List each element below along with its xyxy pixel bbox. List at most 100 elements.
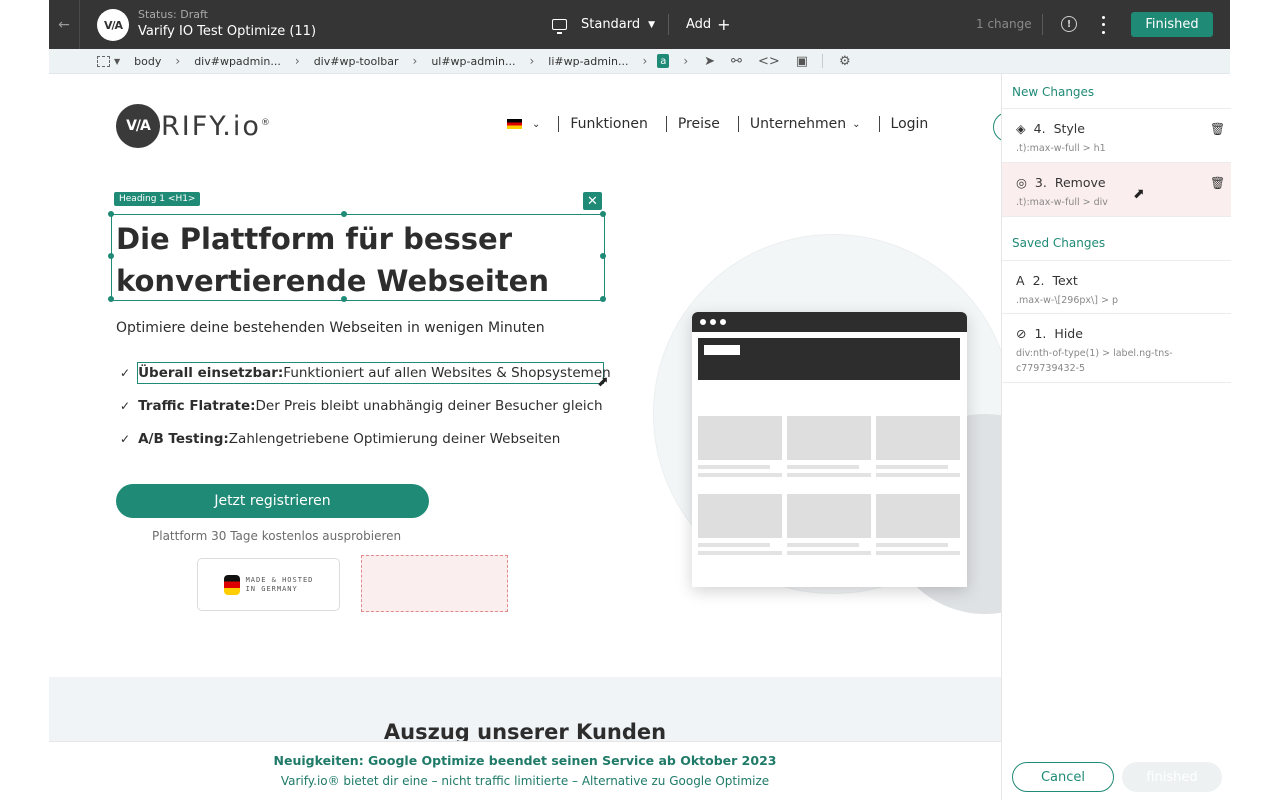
placeholder-card bbox=[787, 416, 871, 460]
breadcrumb-item[interactable]: li#wp-admin... bbox=[548, 55, 628, 68]
device-selector[interactable]: Standard ▼ bbox=[552, 0, 655, 49]
new-changes-heading: New Changes bbox=[1012, 85, 1095, 99]
gear-icon[interactable]: ⚙ bbox=[839, 54, 851, 69]
placeholder-line bbox=[876, 465, 948, 469]
hero-subtitle[interactable]: Optimiere deine bestehenden Webseiten in… bbox=[116, 320, 545, 336]
made-in-germany-badge: MADE & HOSTED IN GERMANY bbox=[197, 558, 340, 611]
logo-wordmark: RIFY.io® bbox=[161, 110, 272, 142]
logo-mark: V/A bbox=[116, 104, 160, 148]
chevron-right-icon: › bbox=[642, 54, 648, 68]
trash-icon[interactable]: 🗑 bbox=[1210, 122, 1225, 136]
resize-handle[interactable] bbox=[600, 296, 606, 302]
plus-icon: + bbox=[717, 15, 731, 34]
monitor-icon bbox=[552, 19, 567, 34]
status-label: Status: Draft bbox=[138, 8, 208, 21]
placeholder-line bbox=[698, 551, 782, 555]
eye-remove-icon: ◎ bbox=[1016, 175, 1027, 190]
hover-outline bbox=[993, 112, 1001, 142]
resize-handle[interactable] bbox=[108, 253, 114, 259]
finished-button[interactable]: Finished bbox=[1131, 12, 1213, 37]
chevron-down-icon[interactable]: ⌄ bbox=[532, 119, 540, 130]
cancel-button[interactable]: Cancel bbox=[1012, 762, 1114, 792]
change-number: 3. bbox=[1034, 175, 1047, 190]
german-flag-icon[interactable] bbox=[507, 119, 522, 129]
resize-handle[interactable] bbox=[600, 211, 606, 217]
change-item[interactable]: ◎ 3. Remove .t):max-w-full > div 🗑 bbox=[1002, 163, 1231, 217]
close-icon[interactable]: ✕ bbox=[583, 192, 602, 210]
change-selector: .t):max-w-full > h1 bbox=[1016, 143, 1106, 154]
placeholder-card bbox=[876, 494, 960, 538]
placeholder-card bbox=[787, 494, 871, 538]
site-navigation: ⌄ Funktionen Preise Unternehmen ⌄ Login bbox=[507, 116, 928, 132]
eye-off-icon: ⊘ bbox=[1016, 326, 1027, 341]
select-frame-icon bbox=[97, 55, 110, 67]
experiment-title: Varify IO Test Optimize (11) bbox=[138, 24, 317, 39]
chevron-down-icon[interactable]: ⌄ bbox=[852, 119, 860, 130]
change-count: 1 change bbox=[976, 17, 1032, 31]
nav-preise[interactable]: Preise bbox=[678, 116, 720, 132]
site-logo[interactable]: V/A RIFY.io® bbox=[116, 104, 272, 148]
change-number: 2. bbox=[1032, 273, 1045, 288]
register-button[interactable]: Jetzt registrieren bbox=[116, 484, 429, 518]
feature-item[interactable]: ✓ Überall einsetzbar: Funktioniert auf a… bbox=[120, 365, 611, 381]
chevron-down-icon: ▼ bbox=[114, 56, 121, 66]
news-title: Neuigkeiten: Google Optimize beendet sei… bbox=[273, 753, 777, 768]
news-banner[interactable]: Neuigkeiten: Google Optimize beendet sei… bbox=[49, 741, 1001, 800]
selection-badge: Heading 1 <H1> bbox=[114, 192, 201, 206]
placeholder-card bbox=[876, 416, 960, 460]
placeholder-line bbox=[876, 543, 948, 547]
chevron-right-icon: › bbox=[175, 54, 181, 68]
breadcrumb-item[interactable]: ul#wp-admin... bbox=[431, 55, 515, 68]
check-icon: ✓ bbox=[120, 366, 131, 380]
info-alert-icon[interactable]: ! bbox=[1061, 16, 1077, 32]
chevron-right-icon: › bbox=[294, 54, 300, 68]
placeholder-line bbox=[787, 465, 859, 469]
feature-item[interactable]: ✓ A/B Testing: Zahlengetriebene Optimier… bbox=[120, 431, 560, 447]
placeholder-line bbox=[698, 465, 770, 469]
nav-login[interactable]: Login bbox=[891, 116, 929, 132]
breadcrumb-item[interactable]: div#wpadmin... bbox=[194, 55, 281, 68]
text-icon: A bbox=[1016, 273, 1025, 288]
check-icon: ✓ bbox=[120, 399, 131, 413]
divider bbox=[878, 116, 880, 132]
change-item[interactable]: A 2. Text .max-w-\[296px\] > p bbox=[1002, 261, 1231, 314]
resize-handle[interactable] bbox=[108, 296, 114, 302]
add-button[interactable]: Add + bbox=[686, 0, 731, 49]
rocket-icon[interactable]: ➤ bbox=[704, 54, 715, 69]
change-number: 1. bbox=[1034, 326, 1047, 341]
back-arrow-icon[interactable]: ← bbox=[49, 0, 80, 49]
placeholder-line bbox=[698, 473, 782, 477]
resize-handle[interactable] bbox=[108, 211, 114, 217]
select-element-tool[interactable]: ▼ bbox=[97, 55, 121, 67]
change-item[interactable]: ⊘ 1. Hide div:nth-of-type(1) > label.ng-… bbox=[1002, 314, 1231, 383]
placeholder-card bbox=[698, 416, 782, 460]
placeholder-line bbox=[787, 473, 871, 477]
nav-funktionen[interactable]: Funktionen bbox=[570, 116, 647, 132]
trash-icon[interactable]: 🗑 bbox=[1210, 176, 1225, 190]
check-icon: ✓ bbox=[120, 432, 131, 446]
removed-element-placeholder[interactable] bbox=[361, 555, 508, 612]
divider bbox=[668, 14, 669, 35]
change-item[interactable]: ◈ 4. Style .t):max-w-full > h1 🗑 bbox=[1002, 109, 1231, 163]
varify-logo: V/A bbox=[97, 9, 129, 41]
screen-cursor-icon[interactable]: ▣ bbox=[796, 54, 808, 69]
breadcrumb-item[interactable]: body bbox=[134, 55, 161, 68]
nav-unternehmen[interactable]: Unternehmen bbox=[750, 116, 846, 132]
placeholder-line bbox=[876, 473, 960, 477]
change-type: Text bbox=[1052, 273, 1078, 288]
link-icon[interactable]: ⚯ bbox=[731, 54, 742, 69]
breadcrumb-current[interactable]: a bbox=[657, 54, 670, 68]
finished-button-disabled[interactable]: finished bbox=[1122, 762, 1222, 792]
feature-item[interactable]: ✓ Traffic Flatrate: Der Preis bleibt una… bbox=[120, 398, 603, 414]
more-options-icon[interactable] bbox=[1099, 14, 1107, 36]
divider bbox=[1042, 14, 1043, 35]
browser-titlebar bbox=[692, 312, 967, 332]
code-icon[interactable]: <> bbox=[758, 54, 780, 69]
resize-handle[interactable] bbox=[341, 211, 347, 217]
change-selector: .max-w-\[296px\] > p bbox=[1016, 295, 1118, 306]
news-text: Varify.io® bietet dir eine – nicht traff… bbox=[280, 774, 770, 788]
hero-heading[interactable]: Die Plattform für besser konvertierende … bbox=[116, 218, 596, 302]
resize-handle[interactable] bbox=[600, 253, 606, 259]
breadcrumb-item[interactable]: div#wp-toolbar bbox=[314, 55, 399, 68]
browser-hero-block bbox=[698, 338, 960, 380]
